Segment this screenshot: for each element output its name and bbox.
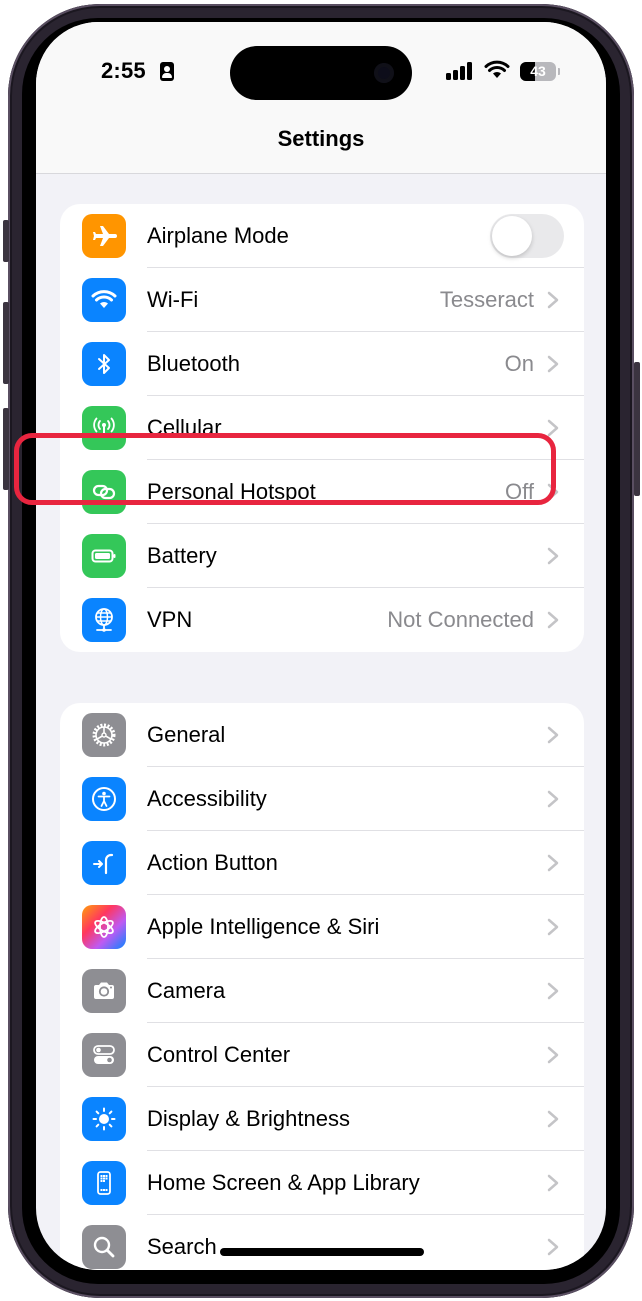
globe-network-icon	[82, 598, 126, 642]
battery-icon: 43	[520, 62, 556, 81]
row-label: Camera	[147, 978, 226, 1003]
chevron-right-icon	[547, 918, 559, 936]
chevron-right-icon	[547, 854, 559, 872]
chevron-right-icon	[547, 726, 559, 744]
chevron-right-icon	[547, 1046, 559, 1064]
chevron-right-icon	[547, 547, 559, 565]
phone-grid-icon	[82, 1161, 126, 1205]
chevron-right-icon	[547, 1238, 559, 1256]
action-side-button	[3, 220, 9, 262]
airplane-mode-toggle[interactable]	[490, 214, 564, 258]
settings-row-apple-intelligence-siri[interactable]: Apple Intelligence & Siri	[60, 895, 584, 959]
battery-percent: 43	[530, 63, 546, 79]
cellular-antenna-icon	[82, 406, 126, 450]
general-group: General Accessibility Action Button Appl…	[60, 703, 584, 1270]
page-title: Settings	[277, 126, 365, 151]
row-label: Control Center	[147, 1042, 291, 1067]
link-icon	[82, 470, 126, 514]
row-label: Display & Brightness	[147, 1106, 350, 1131]
settings-row-action-button[interactable]: Action Button	[60, 831, 584, 895]
cellular-signal-icon	[446, 62, 474, 80]
connectivity-group: Airplane Mode Wi-Fi Tesseract Bluetooth …	[60, 204, 584, 652]
row-label: General	[147, 722, 226, 747]
settings-row-vpn[interactable]: VPN Not Connected	[60, 588, 584, 652]
row-label: Battery	[147, 543, 217, 568]
row-label: Home Screen & App Library	[147, 1170, 420, 1195]
row-label: Action Button	[147, 850, 278, 875]
row-value: Not Connected	[387, 607, 534, 632]
row-label: Airplane Mode	[147, 223, 289, 248]
dynamic-island	[230, 46, 412, 100]
sun-icon	[82, 1097, 126, 1141]
chevron-right-icon	[547, 419, 559, 437]
settings-row-control-center[interactable]: Control Center	[60, 1023, 584, 1087]
chevron-right-icon	[547, 291, 559, 309]
row-label: Bluetooth	[147, 351, 240, 376]
chevron-right-icon	[547, 611, 559, 629]
row-value: Off	[505, 479, 534, 504]
chevron-right-icon	[547, 1174, 559, 1192]
magnifier-icon	[82, 1225, 126, 1269]
volume-up-button	[3, 302, 9, 384]
gear-icon	[82, 713, 126, 757]
chevron-right-icon	[547, 355, 559, 373]
status-time: 2:55	[101, 58, 146, 83]
chevron-right-icon	[547, 790, 559, 808]
bluetooth-icon	[82, 342, 126, 386]
front-camera	[374, 63, 394, 83]
row-value: On	[504, 351, 534, 376]
home-indicator[interactable]	[220, 1248, 424, 1256]
settings-row-airplane-mode[interactable]: Airplane Mode	[60, 204, 584, 268]
airplane-icon	[82, 214, 126, 258]
screen: 2:55 43 Settings Airplane Mode Wi-Fi Tes…	[36, 22, 606, 1270]
settings-row-general[interactable]: General	[60, 703, 584, 767]
chevron-right-icon	[547, 982, 559, 1000]
accessibility-icon	[82, 777, 126, 821]
battery-icon	[82, 534, 126, 578]
settings-row-search[interactable]: Search	[60, 1215, 584, 1270]
row-label: Cellular	[147, 415, 222, 440]
settings-row-display-brightness[interactable]: Display & Brightness	[60, 1087, 584, 1151]
row-label: Apple Intelligence & Siri	[147, 914, 380, 939]
settings-row-battery[interactable]: Battery	[60, 524, 584, 588]
chevron-right-icon	[547, 483, 559, 501]
settings-row-accessibility[interactable]: Accessibility	[60, 767, 584, 831]
toggle-knob	[492, 216, 532, 256]
settings-row-bluetooth[interactable]: Bluetooth On	[60, 332, 584, 396]
wifi-icon	[484, 60, 510, 78]
settings-row-home-screen-app-library[interactable]: Home Screen & App Library	[60, 1151, 584, 1215]
settings-row-camera[interactable]: Camera	[60, 959, 584, 1023]
settings-row-cellular[interactable]: Cellular	[60, 396, 584, 460]
power-button	[634, 362, 640, 496]
row-label: Search	[147, 1234, 217, 1259]
row-label: VPN	[147, 607, 193, 632]
row-label: Accessibility	[147, 786, 267, 811]
chevron-right-icon	[547, 1110, 559, 1128]
id-card-icon	[160, 62, 174, 81]
apple-intelligence-icon	[82, 905, 126, 949]
camera-icon	[82, 969, 126, 1013]
row-label: Wi-Fi	[147, 287, 199, 312]
settings-row-personal-hotspot[interactable]: Personal Hotspot Off	[60, 460, 584, 524]
action-button-icon	[82, 841, 126, 885]
battery-tip	[558, 68, 560, 75]
row-label: Personal Hotspot	[147, 479, 316, 504]
switches-icon	[82, 1033, 126, 1077]
row-value: Tesseract	[439, 287, 534, 312]
navigation-bar: 2:55 43 Settings	[36, 22, 606, 174]
volume-down-button	[3, 408, 9, 490]
wifi-icon	[82, 278, 126, 322]
settings-row-wifi[interactable]: Wi-Fi Tesseract	[60, 268, 584, 332]
